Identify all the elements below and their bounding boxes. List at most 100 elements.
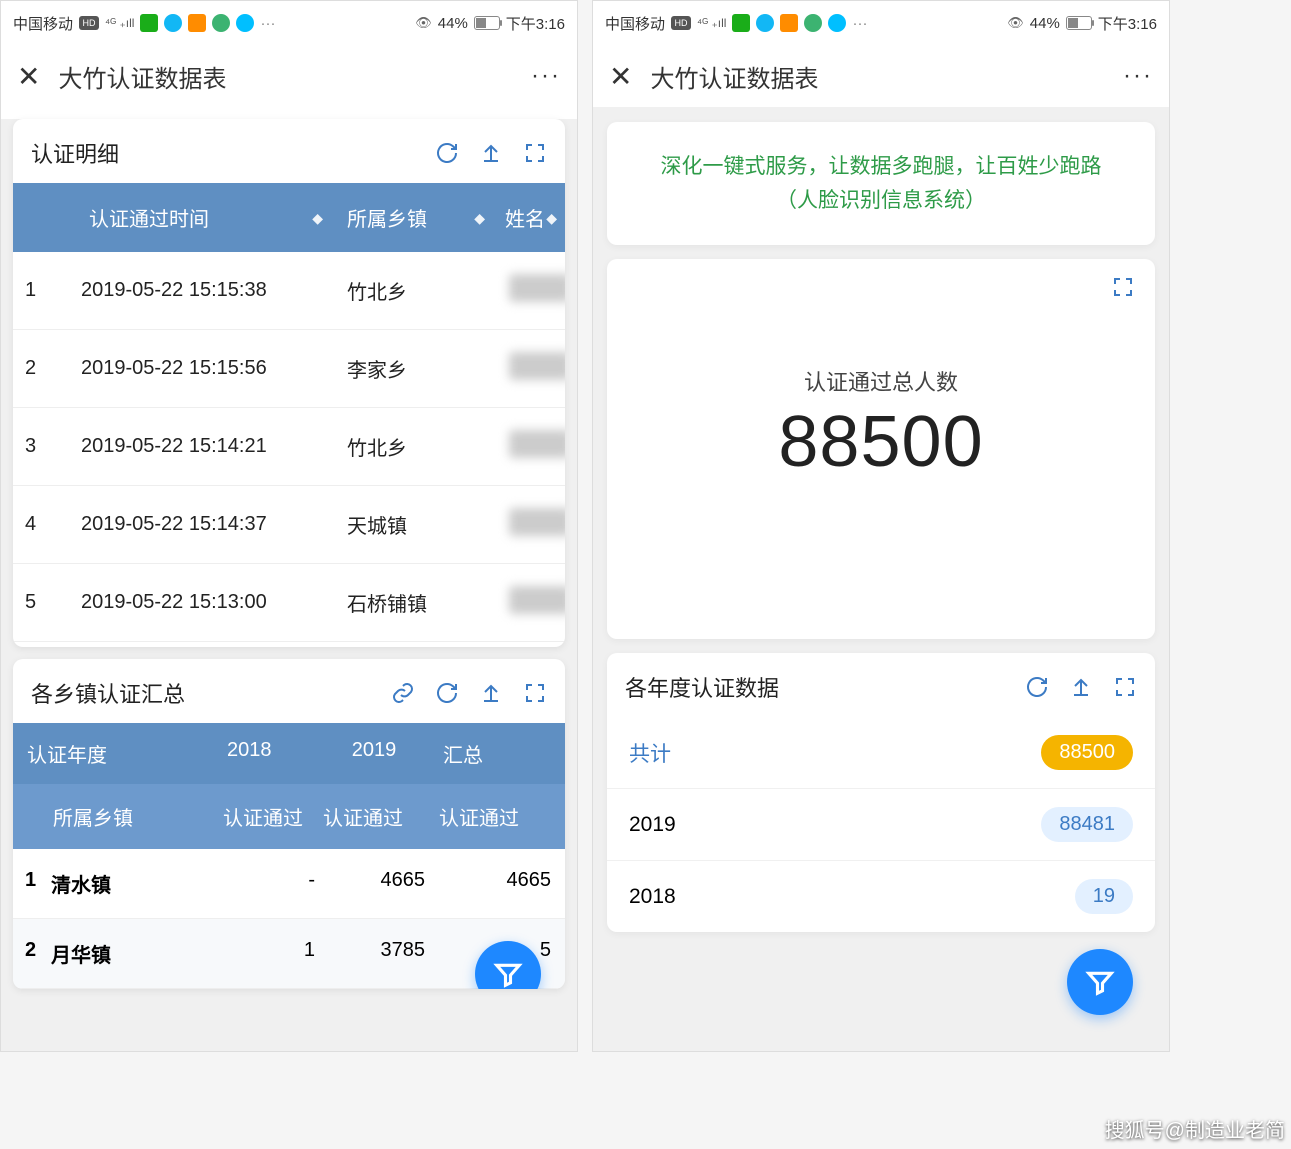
col-name[interactable]: 姓名 ◆ (497, 183, 565, 252)
years-card: 各年度认证数据 共计 88500 201988481201819 (607, 653, 1155, 932)
row-index: 2 (13, 333, 77, 404)
status-more-icon: ··· (852, 15, 867, 32)
row-time: 2019-05-22 15:15:56 (77, 333, 335, 404)
more-icon[interactable]: ··· (531, 62, 561, 90)
topbar: ✕ 大竹认证数据表 ··· (1, 45, 577, 107)
total-card: 认证通过总人数 88500 (607, 259, 1155, 639)
row-name (497, 574, 565, 632)
carrier-label: 中国移动 (13, 13, 73, 34)
collapse-icon[interactable] (1069, 675, 1093, 699)
close-icon[interactable]: ✕ (609, 60, 632, 93)
row-2019: 4665 (319, 849, 429, 918)
row-time: 2019-05-22 15:14:37 (77, 489, 335, 560)
hd-icon: HD (79, 16, 99, 30)
table-row[interactable]: 12019-05-22 15:15:38竹北乡 (13, 252, 565, 330)
row-town: 李家乡 (335, 330, 497, 407)
app-icon-blue (236, 14, 254, 32)
row-name (497, 418, 565, 476)
row-index: 4 (13, 489, 77, 560)
row-2018: 1 (219, 919, 319, 988)
row-time: 2019-05-22 15:15:38 (77, 255, 335, 326)
table-row[interactable]: 62019-05-22 15:11:46李家乡 (13, 642, 565, 647)
qq-icon (756, 14, 774, 32)
row-town: 李家乡 (335, 642, 497, 647)
signal-icon: ⁴ᴳ ₊ıll (105, 16, 134, 30)
signal-icon: ⁴ᴳ ₊ıll (697, 16, 726, 30)
row-index: 3 (13, 411, 77, 482)
collapse-icon[interactable] (479, 141, 503, 165)
hd-icon: HD (671, 16, 691, 30)
table-row[interactable]: 32019-05-22 15:14:21竹北乡 (13, 408, 565, 486)
clock: 下午3:16 (1098, 13, 1157, 34)
more-icon[interactable]: ··· (1123, 62, 1153, 90)
table-row[interactable]: 42019-05-22 15:14:37天城镇 (13, 486, 565, 564)
sort-icon: ◆ (546, 213, 557, 223)
row-2018: - (219, 849, 319, 918)
row-time: 2019-05-22 15:11:46 (77, 645, 335, 647)
app-icon-green (212, 14, 230, 32)
row-index: 2 (13, 919, 47, 988)
wechat-icon (140, 14, 158, 32)
topbar: ✕ 大竹认证数据表 ··· (593, 45, 1169, 107)
row-town: 竹北乡 (335, 252, 497, 329)
collapse-icon[interactable] (479, 681, 503, 705)
row-index: 1 (13, 849, 47, 918)
battery-icon (474, 16, 500, 30)
status-more-icon: ··· (260, 15, 275, 32)
row-time: 2019-05-22 15:13:00 (77, 567, 335, 638)
year-label: 2019 (629, 813, 676, 837)
close-icon[interactable]: ✕ (17, 60, 40, 93)
list-item[interactable]: 共计 88500 (607, 717, 1155, 789)
phone-right: 中国移动 HD ⁴ᴳ ₊ıll ··· 👁 44% 下午3:16 ✕ 大竹认证数… (592, 0, 1170, 1052)
summary-title: 各乡镇认证汇总 (31, 677, 185, 709)
battery-icon (1066, 16, 1092, 30)
refresh-icon[interactable] (435, 141, 459, 165)
row-index: 1 (13, 255, 77, 326)
expand-icon[interactable] (1113, 675, 1137, 699)
wechat-icon (732, 14, 750, 32)
banner-line1: 深化一键式服务，让数据多跑腿，让百姓少跑路 (627, 150, 1135, 184)
year-value: 88500 (1041, 735, 1133, 770)
phone-left: 中国移动 HD ⁴ᴳ ₊ıll ··· 👁 44% 下午3:16 ✕ 大竹认证数… (0, 0, 578, 1052)
row-town: 月华镇 (47, 919, 219, 988)
expand-icon[interactable] (1111, 275, 1135, 304)
detail-card: 认证明细 认证通过时间 ◆ 所属乡镇 ◆ (13, 119, 565, 647)
refresh-icon[interactable] (435, 681, 459, 705)
row-name (497, 496, 565, 554)
sort-icon: ◆ (474, 213, 485, 223)
filter-fab[interactable] (1067, 949, 1133, 1015)
summary-card: 各乡镇认证汇总 认证年度 2018 2019 汇总 (13, 659, 565, 989)
years-title: 各年度认证数据 (625, 671, 779, 703)
detail-table-header: 认证通过时间 ◆ 所属乡镇 ◆ 姓名 ◆ (13, 183, 565, 252)
table-row[interactable]: 52019-05-22 15:13:00石桥铺镇 (13, 564, 565, 642)
col-time[interactable]: 认证通过时间 ◆ (77, 183, 335, 252)
app-icon-green (804, 14, 822, 32)
row-2019: 3785 (319, 919, 429, 988)
summary-header-row1: 认证年度 2018 2019 汇总 (13, 723, 565, 784)
row-name (497, 340, 565, 398)
row-town: 清水镇 (47, 849, 219, 918)
status-bar: 中国移动 HD ⁴ᴳ ₊ıll ··· 👁 44% 下午3:16 (593, 1, 1169, 45)
carrier-label: 中国移动 (605, 13, 665, 34)
clock: 下午3:16 (506, 13, 565, 34)
expand-icon[interactable] (523, 681, 547, 705)
row-name (497, 262, 565, 320)
year-value: 19 (1075, 879, 1133, 914)
total-value: 88500 (633, 401, 1129, 483)
list-item[interactable]: 201988481 (607, 789, 1155, 861)
table-row[interactable]: 1清水镇-46654665 (13, 849, 565, 919)
refresh-icon[interactable] (1025, 675, 1049, 699)
expand-icon[interactable] (523, 141, 547, 165)
row-town: 石桥铺镇 (335, 564, 497, 641)
page-title: 大竹认证数据表 (58, 59, 531, 94)
row-index: 6 (13, 645, 77, 647)
list-item[interactable]: 201819 (607, 861, 1155, 932)
battery-pct: 44% (1030, 15, 1060, 32)
col-town[interactable]: 所属乡镇 ◆ (335, 183, 497, 252)
link-icon[interactable] (391, 681, 415, 705)
table-row[interactable]: 22019-05-22 15:15:56李家乡 (13, 330, 565, 408)
year-label: 共计 (629, 738, 671, 768)
row-town: 天城镇 (335, 486, 497, 563)
app-icon-orange (780, 14, 798, 32)
row-time: 2019-05-22 15:14:21 (77, 411, 335, 482)
